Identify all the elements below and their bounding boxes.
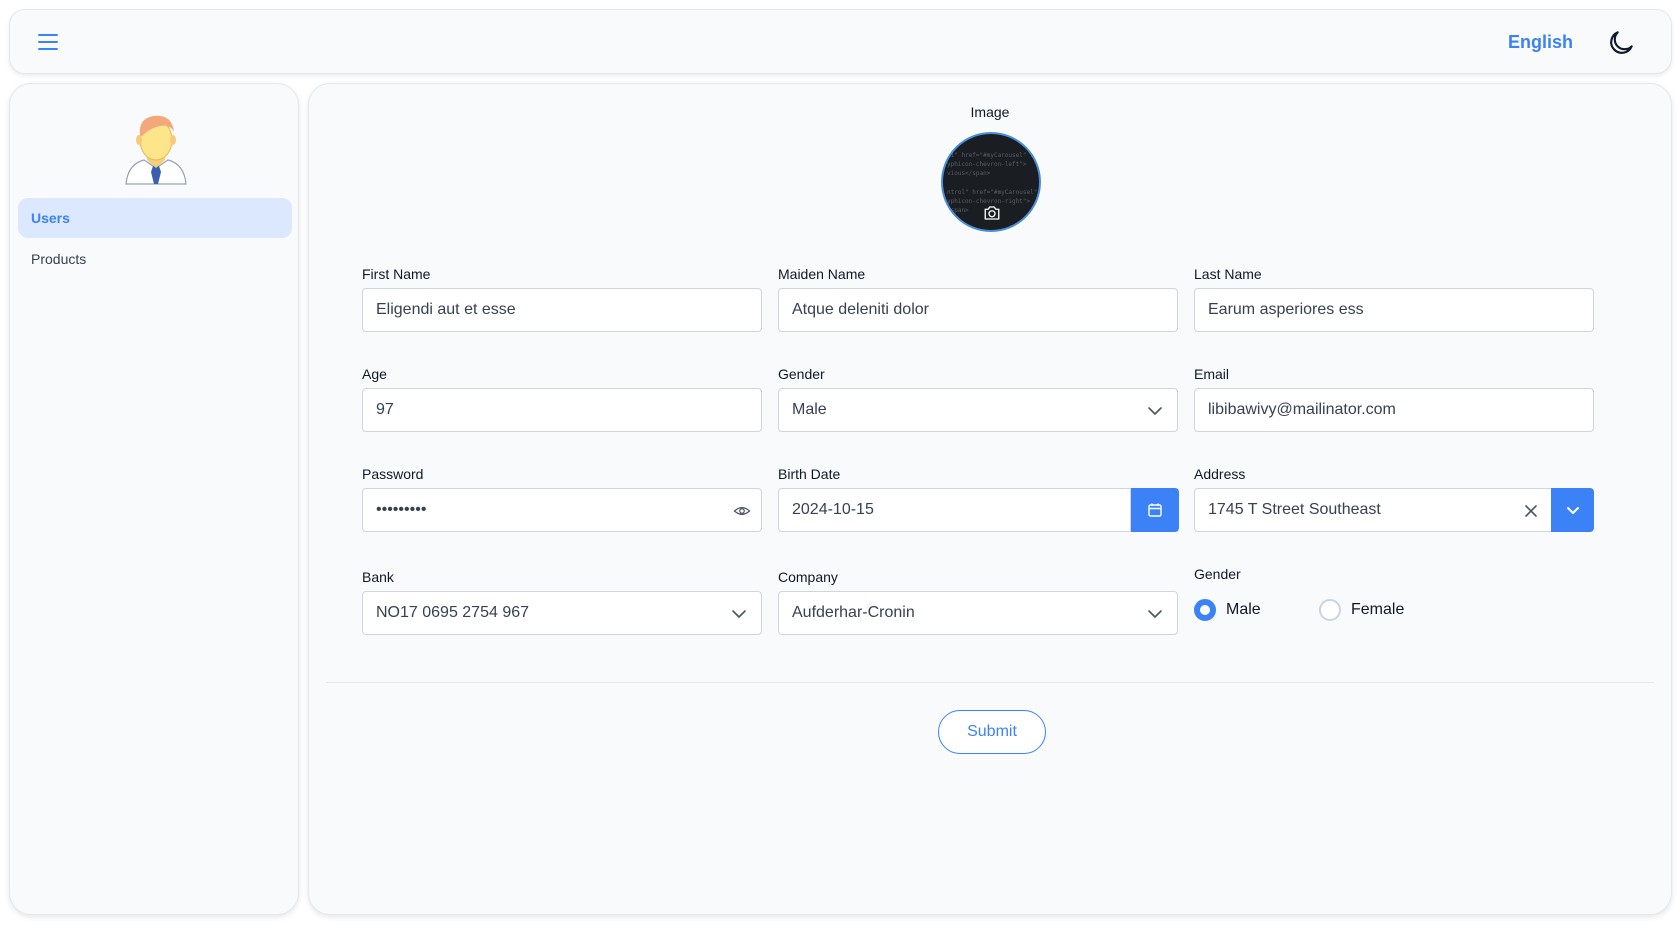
birth-date-label: Birth Date — [778, 466, 841, 482]
bank-value: NO17 0695 2754 967 — [376, 604, 530, 621]
image-label: Image — [970, 104, 1010, 120]
sidebar-item-users[interactable]: Users — [18, 198, 292, 238]
maiden-name-label: Maiden Name — [778, 266, 866, 282]
calendar-icon — [1148, 503, 1162, 517]
age-label: Age — [362, 366, 387, 382]
first-name-label: First Name — [362, 266, 431, 282]
clear-icon[interactable] — [1523, 503, 1539, 519]
radio-checked-icon — [1194, 599, 1216, 621]
address-input[interactable]: 1745 T Street Southeast — [1194, 488, 1552, 532]
dark-mode-moon-icon[interactable] — [1605, 27, 1637, 59]
gender-radio-male[interactable]: Male — [1194, 599, 1261, 621]
address-label: Address — [1194, 466, 1246, 482]
gender-radio-female-label: Female — [1351, 601, 1405, 618]
chevron-down-icon — [1566, 507, 1579, 514]
chevron-down-icon — [1148, 610, 1162, 618]
first-name-input[interactable]: Eligendi aut et esse — [362, 288, 762, 332]
maiden-name-input[interactable]: Atque deleniti dolor — [778, 288, 1178, 332]
language-selector[interactable]: English — [1508, 32, 1573, 53]
gender-radio-male-label: Male — [1226, 601, 1261, 618]
company-label: Company — [778, 569, 838, 585]
password-label: Password — [362, 466, 424, 482]
eye-icon[interactable] — [733, 502, 751, 520]
radio-unchecked-icon — [1319, 599, 1341, 621]
company-value: Aufderhar-Cronin — [792, 604, 915, 621]
email-label: Email — [1194, 366, 1230, 382]
sidebar: Users Products — [9, 83, 299, 915]
menu-icon[interactable] — [34, 30, 62, 54]
chevron-down-icon — [1148, 407, 1162, 415]
email-input[interactable]: libibawivy@mailinator.com — [1194, 388, 1594, 432]
gender-select-label: Gender — [778, 366, 825, 382]
top-bar: English — [9, 9, 1672, 74]
company-select[interactable]: Aufderhar-Cronin — [778, 591, 1178, 635]
gender-radio-female[interactable]: Female — [1319, 599, 1404, 621]
bank-label: Bank — [362, 569, 394, 585]
user-form-panel: Image i1" href="#myCarousel" ro yphicon-… — [308, 83, 1672, 915]
password-input[interactable]: ••••••••• — [362, 488, 762, 532]
last-name-label: Last Name — [1194, 266, 1262, 282]
user-avatar-icon — [125, 115, 187, 185]
divider — [326, 682, 1654, 683]
age-input[interactable]: 97 — [362, 388, 762, 432]
gender-radio-label: Gender — [1194, 566, 1241, 582]
camera-icon — [984, 206, 1000, 220]
submit-button[interactable]: Submit — [938, 710, 1046, 754]
gender-select-value: Male — [792, 401, 827, 418]
address-dropdown-button[interactable] — [1551, 488, 1594, 532]
sidebar-item-products[interactable]: Products — [18, 239, 292, 279]
bank-select[interactable]: NO17 0695 2754 967 — [362, 591, 762, 635]
address-value: 1745 T Street Southeast — [1208, 501, 1381, 518]
last-name-input[interactable]: Earum asperiores ess — [1194, 288, 1594, 332]
birth-date-input[interactable]: 2024-10-15 — [778, 488, 1131, 532]
calendar-button[interactable] — [1131, 488, 1179, 532]
password-value: ••••••••• — [376, 501, 427, 518]
profile-image-upload[interactable]: i1" href="#myCarousel" ro yphicon-chevro… — [941, 132, 1041, 232]
gender-select[interactable]: Male — [778, 388, 1178, 432]
chevron-down-icon — [732, 610, 746, 618]
